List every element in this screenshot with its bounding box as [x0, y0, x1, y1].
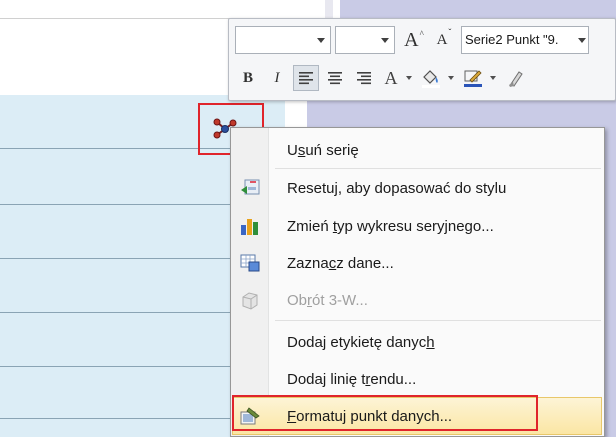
menu-divider: [275, 320, 601, 321]
font-color-button[interactable]: A: [380, 65, 402, 91]
menu-item-label: Dodaj etykietę danych: [287, 333, 435, 351]
italic-button[interactable]: I: [264, 65, 290, 91]
menu-divider: [275, 168, 601, 169]
fill-color-button[interactable]: [418, 65, 444, 91]
mini-toolbar: A^ Aˇ Serie2 Punkt "9. B I A: [228, 18, 616, 101]
chevron-down-icon[interactable]: [578, 38, 586, 43]
align-left-button[interactable]: [293, 65, 319, 91]
bold-button[interactable]: B: [235, 65, 261, 91]
chart-element-value: Serie2 Punkt "9.: [465, 32, 559, 47]
menu-item-label: Dodaj linię trendu...: [287, 370, 417, 388]
toolbar-row-font: A^ Aˇ Serie2 Punkt "9.: [235, 23, 589, 57]
chevron-down-icon[interactable]: [490, 76, 496, 80]
line-color-button[interactable]: [460, 65, 486, 91]
rotation-3d-icon: [242, 292, 258, 310]
brush-icon: [509, 71, 523, 87]
chart-element-selector[interactable]: Serie2 Punkt "9.: [461, 26, 589, 54]
menu-item-label: Usuń serię: [287, 141, 359, 159]
menu-item-3d-rotation[interactable]: Obrót 3-W...: [231, 282, 604, 318]
grow-font-button[interactable]: A^: [399, 29, 429, 52]
menu-item-label: Resetuj, aby dopasować do stylu: [287, 179, 507, 197]
chevron-down-icon[interactable]: [381, 38, 389, 43]
reset-style-icon: [241, 179, 260, 195]
grow-font-label: A: [404, 28, 419, 51]
menu-item-reset-style[interactable]: Resetuj, aby dopasować do stylu: [231, 170, 604, 206]
shrink-font-button[interactable]: Aˇ: [429, 27, 459, 49]
align-right-button[interactable]: [351, 65, 377, 91]
chevron-down-icon[interactable]: [317, 38, 325, 43]
shrink-font-label: A: [436, 31, 448, 48]
menu-item-add-trendline[interactable]: Dodaj linię trendu...: [231, 361, 604, 397]
chevron-down-icon[interactable]: [448, 76, 454, 80]
context-menu: Usuń serię Resetuj, aby dopasować do sty…: [230, 127, 605, 437]
align-center-button[interactable]: [322, 65, 348, 91]
font-size-combo[interactable]: [335, 26, 395, 54]
menu-item-delete-series[interactable]: Usuń serię: [231, 132, 604, 168]
align-right-icon: [357, 72, 371, 85]
chevron-down-icon[interactable]: [406, 76, 412, 80]
format-painter-button[interactable]: [502, 65, 528, 91]
format-item-highlight-box: [232, 395, 538, 431]
align-center-icon: [328, 72, 342, 85]
menu-item-label: Zmień typ wykresu seryjnego...: [287, 217, 494, 235]
menu-item-label: Zaznacz dane...: [287, 254, 394, 272]
change-chart-type-icon: [241, 219, 258, 235]
align-left-icon: [299, 72, 313, 85]
toolbar-row-format: B I A: [235, 61, 531, 95]
menu-item-label: Obrót 3-W...: [287, 291, 368, 309]
paint-bucket-icon: [422, 70, 440, 88]
menu-item-select-data[interactable]: Zaznacz dane...: [231, 245, 604, 281]
font-name-combo[interactable]: [235, 26, 331, 54]
select-data-icon: [240, 254, 260, 272]
pen-icon: [464, 70, 482, 87]
menu-item-add-data-label[interactable]: Dodaj etykietę danych: [231, 324, 604, 360]
caret-down-icon: ˇ: [448, 26, 452, 37]
menu-item-change-chart-type[interactable]: Zmień typ wykresu seryjnego...: [231, 208, 604, 244]
caret-up-icon: ^: [419, 28, 424, 39]
